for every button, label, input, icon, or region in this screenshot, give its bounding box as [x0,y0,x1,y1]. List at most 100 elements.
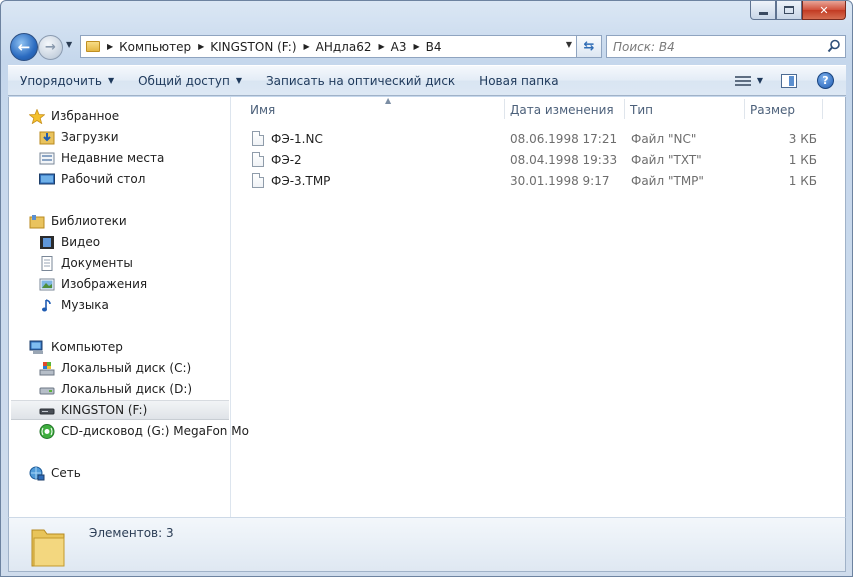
sidebar-item-cd-drive[interactable]: CD-дисковод (G:) MegaFon Mo [39,421,249,441]
column-header-date[interactable]: Дата изменения [508,99,624,121]
table-row[interactable]: ФЭ-3.TMP 30.01.1998 9:17 Файл "TMP" 1 КБ [232,170,845,191]
preview-pane-icon[interactable] [781,73,797,88]
downloads-folder-icon [39,131,55,144]
column-divider[interactable] [744,99,745,119]
explorer-window: ✕ ← → ▼ ▶ Компьютер ▶ KINGSTON (F:) ▶ АН… [0,0,853,577]
column-header-label: Имя [250,103,276,117]
search-input[interactable] [607,39,807,54]
table-row[interactable]: ФЭ-2 08.04.1998 19:33 Файл "TXT" 1 КБ [232,149,845,170]
local-drive-icon [39,387,55,394]
column-divider[interactable] [504,99,505,119]
sidebar-item-label: Избранное [51,109,120,123]
file-size: 1 КБ [788,152,817,167]
command-bar: Упорядочить ▼ Общий доступ ▼ Записать на… [8,65,846,96]
share-button[interactable]: Общий доступ ▼ [126,66,254,95]
breadcrumb-kingston[interactable]: KINGSTON (F:) [210,40,296,54]
sidebar-item-label: Документы [61,256,133,270]
view-controls: ▼ ? [734,66,846,95]
sidebar-item-label: Рабочий стол [61,172,146,186]
sidebar-item-drive-d[interactable]: Локальный диск (D:) [39,379,192,399]
breadcrumb-computer[interactable]: Компьютер [119,40,191,54]
file-size: 1 КБ [788,173,817,188]
file-name-cell[interactable]: ФЭ-3.TMP [252,170,330,191]
file-size: 3 КБ [788,131,817,146]
back-button[interactable]: ← [10,33,38,61]
sidebar-item-recent-places[interactable]: Недавние места [39,148,164,168]
file-type: Файл "NC" [631,131,697,146]
recent-pages-dropdown[interactable]: ▼ [66,40,72,49]
sidebar-item-label: Музыка [61,298,109,312]
pictures-icon [39,278,55,290]
sidebar-item-favorites[interactable]: Избранное [29,106,119,126]
organize-button[interactable]: Упорядочить ▼ [8,66,126,95]
item-count: Элементов: 3 [89,526,174,540]
breadcrumb-a3[interactable]: А3 [391,40,407,54]
sidebar-item-downloads[interactable]: Загрузки [39,127,119,147]
file-icon [252,131,264,146]
sidebar-item-libraries[interactable]: Библиотеки [29,211,127,231]
search-icon[interactable] [827,39,841,53]
folder-icon [86,41,100,52]
view-mode-dropdown-icon[interactable]: ▼ [757,76,763,85]
sidebar-item-label: Локальный диск (D:) [61,382,193,396]
video-icon [40,235,54,249]
breadcrumb-arrow-icon[interactable]: ▶ [107,42,113,51]
view-mode-icon[interactable] [734,75,751,87]
file-name-cell[interactable]: ФЭ-1.NC [252,128,323,149]
column-divider[interactable] [822,99,823,119]
close-button[interactable]: ✕ [802,1,846,20]
sidebar-item-label: Библиотеки [51,214,127,228]
forward-button[interactable]: → [38,35,63,60]
sidebar-item-music[interactable]: Музыка [39,295,109,315]
table-row[interactable]: ФЭ-1.NC 08.06.1998 17:21 Файл "NC" 3 КБ [232,128,845,149]
back-arrow-icon: ← [17,38,31,56]
breadcrumb-andla62[interactable]: АНдла62 [316,40,372,54]
column-header-size[interactable]: Размер [748,99,822,121]
column-header-name[interactable]: ▲ Имя [248,96,504,121]
usb-drive-icon [39,408,55,414]
address-bar[interactable]: ▶ Компьютер ▶ KINGSTON (F:) ▶ АНдла62 ▶ … [80,35,577,58]
maximize-button[interactable] [776,1,802,20]
address-dropdown-icon[interactable]: ▼ [566,40,572,49]
sidebar-item-label: CD-дисковод (G:) MegaFon Mo [61,424,249,438]
column-header-type[interactable]: Тип [628,99,744,121]
sidebar-item-label: Изображения [61,277,148,291]
sort-ascending-icon: ▲ [385,96,392,105]
sidebar-item-video[interactable]: Видео [39,232,100,252]
libraries-icon [29,214,45,228]
breadcrumb-arrow-icon[interactable]: ▶ [378,42,384,51]
details-pane: Элементов: 3 [8,517,846,572]
content-area: Избранное Загрузки Недавние места Рабочи… [8,96,846,517]
sidebar-item-kingston[interactable]: KINGSTON (F:) [11,400,229,420]
sidebar-item-computer[interactable]: Компьютер [29,337,123,357]
breadcrumb-b4[interactable]: В4 [426,40,442,54]
share-label: Общий доступ [138,73,230,88]
chevron-down-icon: ▼ [107,76,115,85]
help-icon[interactable]: ? [817,72,834,89]
file-type: Файл "TMP" [631,173,704,188]
breadcrumb-arrow-icon[interactable]: ▶ [304,42,310,51]
file-date: 08.04.1998 19:33 [510,152,618,167]
file-name: ФЭ-2 [271,152,302,167]
sidebar-item-pictures[interactable]: Изображения [39,274,147,294]
sidebar-item-network[interactable]: Сеть [29,463,81,483]
documents-icon [41,255,53,271]
minimize-button[interactable] [750,1,776,20]
breadcrumb-arrow-icon[interactable]: ▶ [198,42,204,51]
burn-button[interactable]: Записать на оптический диск [254,66,467,95]
column-divider[interactable] [624,99,625,119]
sidebar-item-label: Сеть [51,466,81,480]
file-name-cell[interactable]: ФЭ-2 [252,149,302,170]
sidebar-item-documents[interactable]: Документы [39,253,133,273]
refresh-button[interactable]: ⇆ [577,35,602,58]
refresh-icon: ⇆ [583,39,595,54]
sidebar-item-label: Видео [61,235,101,249]
breadcrumb-arrow-icon[interactable]: ▶ [413,42,419,51]
new-folder-button[interactable]: Новая папка [467,66,570,95]
file-icon [252,152,264,167]
recent-places-icon [39,152,55,164]
system-drive-icon [39,361,55,375]
search-box[interactable] [606,35,846,58]
sidebar-item-desktop[interactable]: Рабочий стол [39,169,145,189]
sidebar-item-drive-c[interactable]: Локальный диск (C:) [39,358,191,378]
